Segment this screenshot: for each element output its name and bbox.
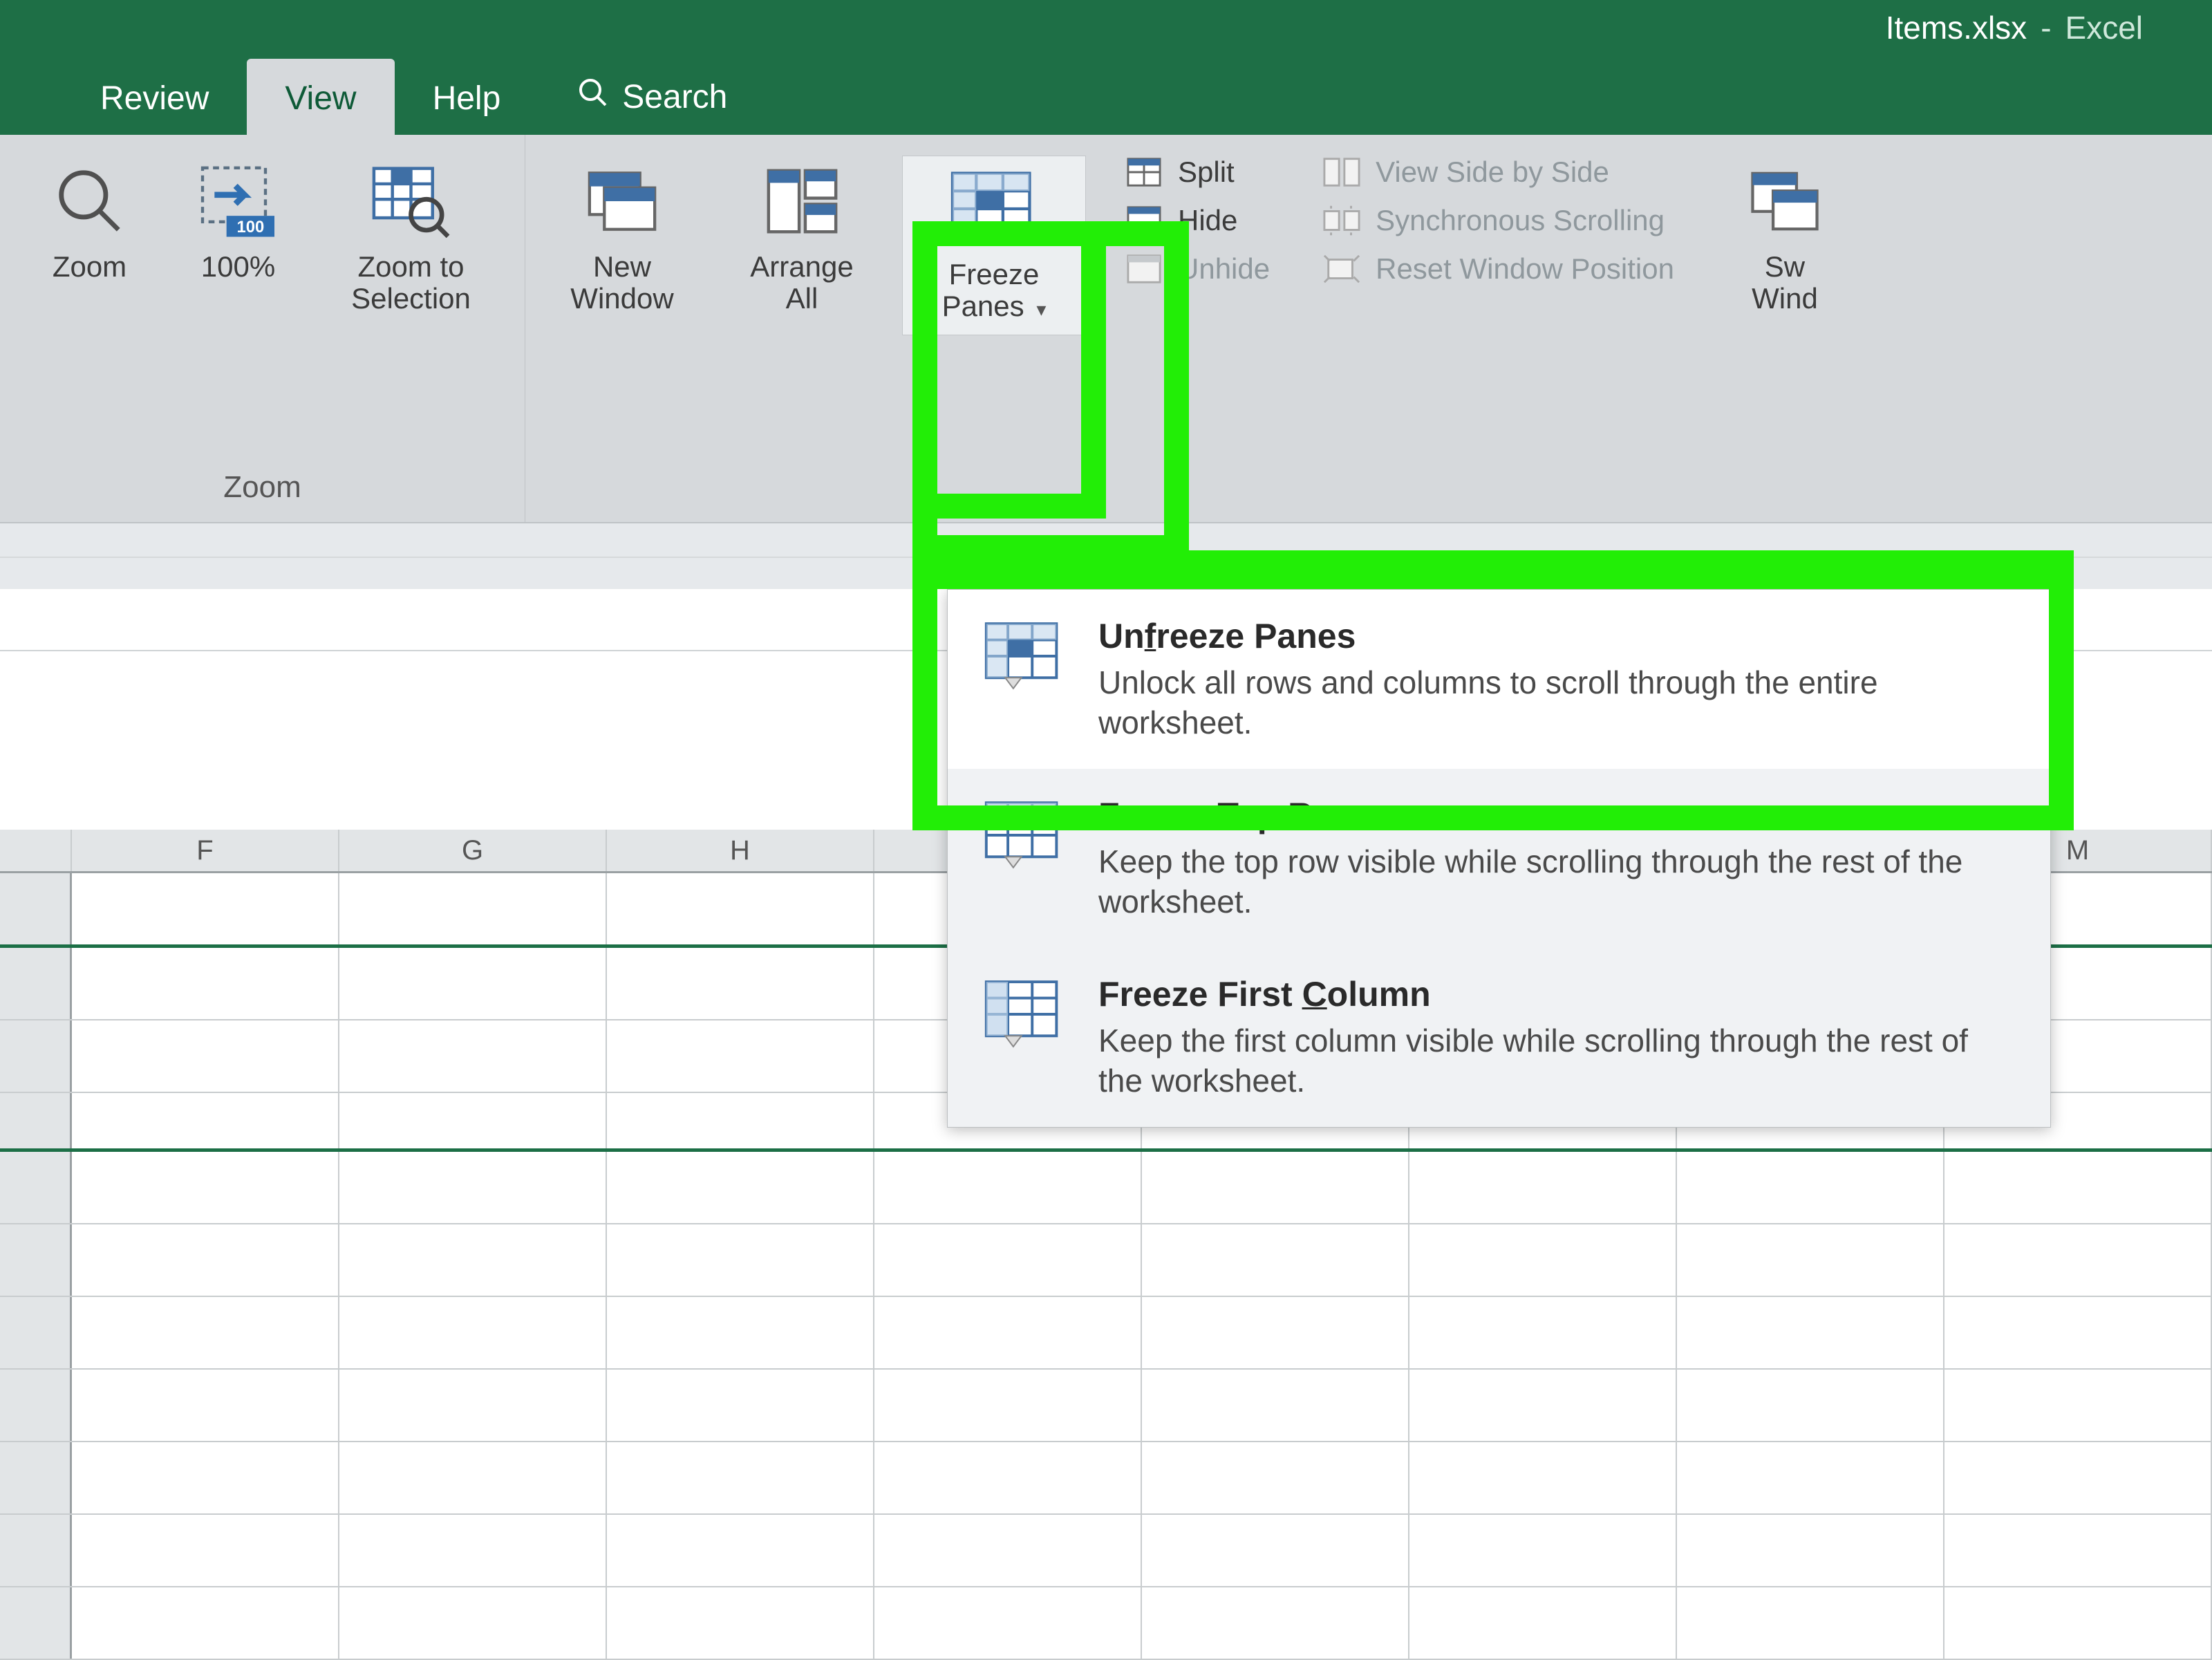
menu-first-col-desc: Keep the first column visible while scro… [1098,1021,2017,1101]
menu-top-row-title: Freeze Top Row [1098,795,2017,835]
freeze-first-column-icon [981,974,1067,1054]
row-header[interactable] [0,1515,72,1586]
freeze-panes-button[interactable]: Freeze Panes ▾ [902,156,1086,335]
row-header[interactable] [0,1370,72,1441]
synchronous-scrolling-button: Synchronous Scrolling [1322,204,1674,237]
table-row[interactable] [0,1370,2212,1442]
app-name: Excel [2065,9,2143,46]
sync-scroll-icon [1322,205,1362,236]
menu-top-row-desc: Keep the top row visible while scrolling… [1098,842,2017,922]
col-header[interactable]: F [72,830,339,871]
view-side-by-side-button: View Side by Side [1322,156,1674,189]
col-header[interactable]: G [339,830,607,871]
switch-windows-label: Sw Wind [1752,251,1818,315]
tab-review[interactable]: Review [62,59,247,135]
freeze-panes-icon [946,169,1042,248]
new-window-button[interactable]: New Window [543,156,702,320]
hide-icon [1124,205,1164,236]
select-all-corner[interactable] [0,830,72,871]
hide-button[interactable]: Hide [1124,204,1270,237]
new-window-icon [581,161,664,241]
freeze-top-row-icon [981,795,1067,875]
group-window: New Window Arrange A [525,135,2212,522]
split-button[interactable]: Split [1124,156,1270,189]
menu-unfreeze-title: Unfreeze Panes [1098,616,2017,656]
col-header[interactable]: H [607,830,874,871]
freeze-panes-dropdown: Unfreeze Panes Unlock all rows and colum… [947,589,2051,1128]
zoom-100-button[interactable]: 100 100% [176,156,301,288]
row-header[interactable] [0,1093,72,1148]
title-bar: Items.xlsx - Excel [0,0,2212,55]
table-row[interactable] [0,1152,2212,1224]
group-zoom: Zoom 100 100% [0,135,525,522]
zoom-label: Zoom [53,251,126,283]
row-header[interactable] [0,1587,72,1659]
table-row[interactable] [0,1587,2212,1660]
tab-view[interactable]: View [247,59,394,135]
ribbon-tabs: Review View Help Search [0,55,2212,135]
arrange-all-label: Arrange All [750,251,853,315]
arrange-all-icon [762,161,842,241]
menu-freeze-top-row[interactable]: Freeze Top Row Keep the top row visible … [948,769,2050,948]
sync-scroll-label: Synchronous Scrolling [1376,204,1665,237]
document-title: Items.xlsx [1886,9,2027,46]
split-label: Split [1178,156,1235,189]
row-header[interactable] [0,1442,72,1513]
table-row[interactable] [0,1515,2212,1587]
magnifier-icon [52,161,128,241]
row-header[interactable] [0,1297,72,1368]
zoom-selection-label: Zoom to Selection [351,251,471,315]
svg-text:100: 100 [236,218,264,236]
zoom-selection-icon [368,161,454,241]
compare-cmds: View Side by Side Synchronous Scrolling … [1322,156,1674,286]
tab-search[interactable]: Search [538,55,765,135]
arrange-all-button[interactable]: Arrange All [726,156,878,320]
window-small-cmds: Split Hide Unhide [1124,156,1270,286]
new-window-label: New Window [570,251,673,315]
ribbon: Zoom 100 100% [0,135,2212,522]
search-icon [577,76,610,118]
side-by-side-icon [1322,157,1362,187]
search-label: Search [622,78,727,116]
zoom-to-selection-button[interactable]: Zoom to Selection [325,156,498,320]
zoom-button[interactable]: Zoom [28,156,152,288]
table-row[interactable] [0,1297,2212,1370]
split-icon [1124,157,1164,187]
title-separator: - [2041,9,2051,46]
hide-label: Hide [1178,204,1237,237]
row-header[interactable] [0,948,72,1019]
table-row[interactable] [0,1442,2212,1515]
menu-unfreeze-panes[interactable]: Unfreeze Panes Unlock all rows and colum… [948,590,2050,769]
row-header[interactable] [0,1020,72,1092]
unhide-icon [1124,254,1164,284]
row-header[interactable] [0,1152,72,1223]
name-box-row [0,522,2212,590]
menu-first-col-title: Freeze First Column [1098,974,2017,1014]
tab-help[interactable]: Help [395,59,539,135]
unfreeze-panes-icon [981,616,1067,696]
unhide-label: Unhide [1178,252,1270,286]
unhide-button: Unhide [1124,252,1270,286]
menu-freeze-first-column[interactable]: Freeze First Column Keep the first colum… [948,948,2050,1127]
group-zoom-label: Zoom [223,470,301,505]
row-header[interactable] [0,1224,72,1296]
switch-windows-icon [1747,161,1823,241]
zoom-100-icon: 100 [194,161,283,241]
freeze-panes-label: Freeze Panes ▾ [942,259,1047,322]
row-header[interactable] [0,873,72,944]
table-row[interactable] [0,1224,2212,1297]
menu-unfreeze-desc: Unlock all rows and columns to scroll th… [1098,663,2017,743]
side-by-side-label: View Side by Side [1376,156,1609,189]
reset-position-icon [1322,254,1362,284]
reset-position-label: Reset Window Position [1376,252,1674,286]
zoom-100-label: 100% [201,251,275,283]
reset-window-position-button: Reset Window Position [1322,252,1674,286]
switch-windows-button[interactable]: Sw Wind [1726,156,1844,320]
chevron-down-icon: ▾ [1036,299,1046,320]
